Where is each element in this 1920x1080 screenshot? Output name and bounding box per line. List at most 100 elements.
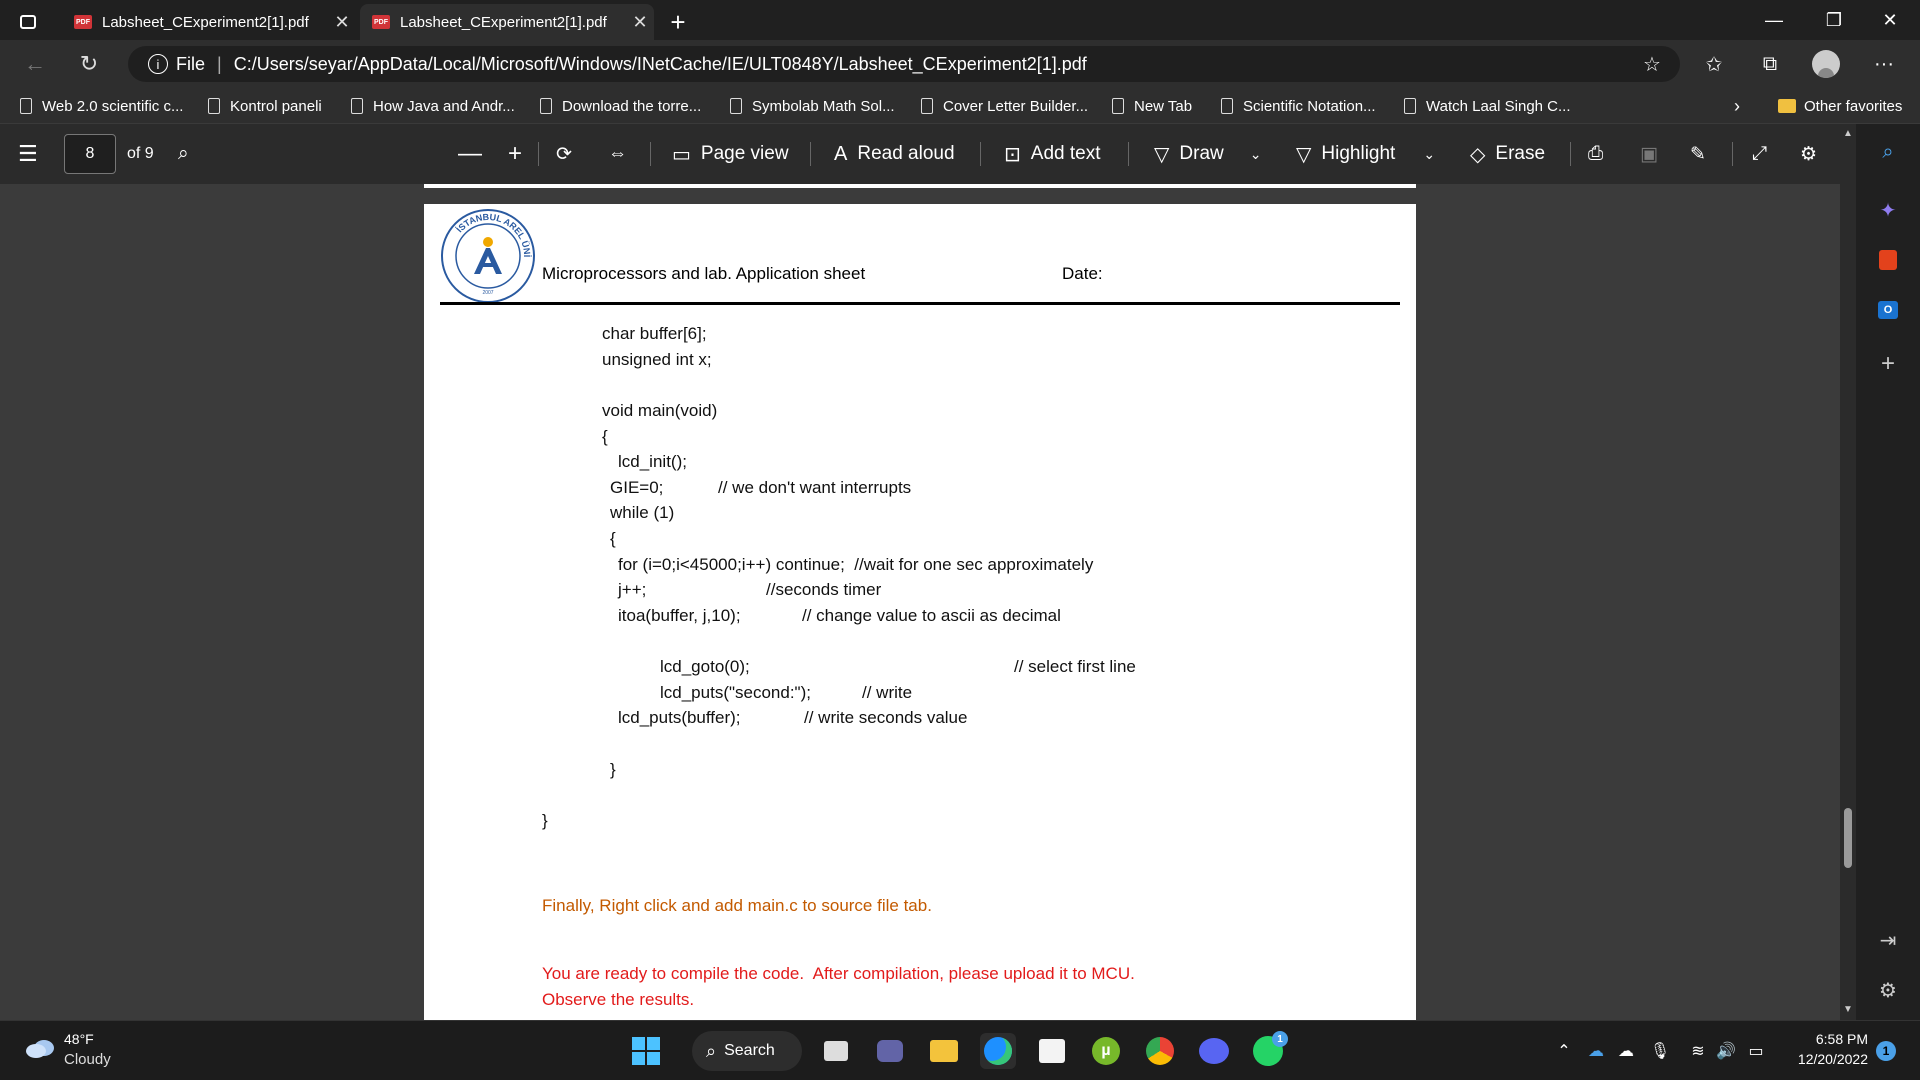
chevron-down-icon[interactable]: ⌄ xyxy=(1250,146,1262,163)
save-icon[interactable]: ▣ xyxy=(1640,138,1658,170)
chevron-up-icon[interactable]: ⌃ xyxy=(1552,1039,1576,1063)
battery-icon[interactable]: ▭ xyxy=(1744,1039,1768,1063)
new-tab-icon[interactable]: + xyxy=(658,4,698,40)
search-icon[interactable]: ⌕ xyxy=(1872,136,1904,168)
page-total: of 9 xyxy=(127,145,154,162)
divider xyxy=(810,142,811,166)
collections-icon[interactable]: ⧉ xyxy=(1752,48,1788,80)
outlook-icon[interactable]: O xyxy=(1872,294,1904,326)
page-icon xyxy=(1221,98,1233,114)
zoom-in-icon[interactable]: + xyxy=(508,138,522,170)
add-icon[interactable]: + xyxy=(1872,348,1904,380)
microphone-icon[interactable]: 🎙 xyxy=(1648,1039,1672,1063)
sidebar-collapse-icon[interactable]: ⇥ xyxy=(1872,924,1904,956)
code-line: void main(void) xyxy=(602,401,718,420)
scroll-down-icon[interactable]: ▼ xyxy=(1842,1004,1854,1016)
code-line: lcd_puts("second:"); xyxy=(660,683,811,702)
favorite-item[interactable]: Download the torre... xyxy=(540,94,701,118)
file-explorer-icon[interactable] xyxy=(926,1033,962,1069)
favorite-item[interactable]: Scientific Notation... xyxy=(1221,94,1376,118)
settings-icon[interactable]: ⚙ xyxy=(1872,974,1904,1006)
page-icon xyxy=(351,98,363,114)
vertical-scrollbar[interactable]: ▲ ▼ xyxy=(1840,124,1856,1020)
discord-icon[interactable] xyxy=(1196,1033,1232,1069)
favorite-item[interactable]: Symbolab Math Sol... xyxy=(730,94,895,118)
utorrent-icon[interactable]: µ xyxy=(1088,1033,1124,1069)
start-button[interactable] xyxy=(628,1033,664,1069)
minimize-icon[interactable]: — xyxy=(1746,0,1802,40)
clock-date[interactable]: 12/20/2022 xyxy=(1786,1051,1868,1067)
chevron-right-icon[interactable]: › xyxy=(1734,94,1740,118)
chrome-icon[interactable] xyxy=(1142,1033,1178,1069)
weather-condition[interactable]: Cloudy xyxy=(64,1051,111,1068)
address-bar[interactable]: i File | C:/Users/seyar/AppData/Local/Mi… xyxy=(128,46,1680,82)
teams-icon[interactable] xyxy=(872,1033,908,1069)
close-icon[interactable]: ✕ xyxy=(328,12,356,33)
close-window-icon[interactable]: ✕ xyxy=(1862,0,1918,40)
instruction-text: Observe the results. xyxy=(542,990,695,1009)
search-icon[interactable]: ⌕ xyxy=(178,138,189,170)
notification-badge[interactable]: 1 xyxy=(1876,1041,1896,1061)
tab-2[interactable]: PDF Labsheet_CExperiment2[1].pdf ✕ xyxy=(360,4,654,40)
page-number-input[interactable] xyxy=(64,134,116,174)
pdf-toolbar: ☰ of 9 ⌕ — + ⟳ ⇔ ▭Page view ARead aloud … xyxy=(0,124,1848,184)
tab-actions-icon[interactable] xyxy=(8,4,48,40)
code-line: itoa(buffer, j,10); xyxy=(618,606,741,625)
wifi-icon[interactable]: ≋ xyxy=(1686,1039,1710,1063)
refresh-icon[interactable]: ↻ xyxy=(72,48,106,80)
settings-icon[interactable]: ⚙ xyxy=(1800,138,1817,170)
draw-icon: ▽ xyxy=(1154,143,1170,166)
favorite-item[interactable]: Web 2.0 scientific c... xyxy=(20,94,183,118)
copilot-icon[interactable]: ✦ xyxy=(1872,194,1904,226)
read-aloud-button[interactable]: A Read aloud xyxy=(834,138,955,170)
whatsapp-icon[interactable]: 1 xyxy=(1250,1031,1288,1069)
onedrive-warning-icon[interactable]: ☁ xyxy=(1614,1039,1638,1063)
more-menu-icon[interactable]: ··· xyxy=(1866,48,1902,80)
task-view-icon[interactable] xyxy=(818,1033,854,1069)
edge-icon[interactable] xyxy=(980,1033,1016,1069)
profile-avatar[interactable] xyxy=(1808,48,1844,80)
weather-temperature[interactable]: 48°F xyxy=(64,1031,94,1047)
onedrive-icon[interactable]: ☁ xyxy=(1584,1039,1608,1063)
contents-icon[interactable]: ☰ xyxy=(18,138,38,170)
favorite-item[interactable]: Watch Laal Singh C... xyxy=(1404,94,1571,118)
close-icon[interactable]: ✕ xyxy=(626,12,654,33)
add-favorite-icon[interactable]: ☆ xyxy=(1634,48,1670,80)
page-view-button[interactable]: ▭ Page view xyxy=(672,138,789,170)
pdf-viewer[interactable]: İSTANBUL AREL ÜNİVERSİTESİ 2007 Micropro… xyxy=(0,184,1848,1020)
restore-icon[interactable]: ❐ xyxy=(1806,0,1862,40)
code-line: lcd_goto(0); xyxy=(660,657,750,676)
add-text-button[interactable]: ⊡ Add text xyxy=(1004,138,1100,170)
divider xyxy=(980,142,981,166)
fullscreen-icon[interactable]: ⤢ xyxy=(1752,138,1767,170)
zoom-out-icon[interactable]: — xyxy=(458,138,482,170)
rotate-icon[interactable]: ⟳ xyxy=(556,138,572,170)
favorite-item[interactable]: How Java and Andr... xyxy=(351,94,515,118)
tab-1[interactable]: PDF Labsheet_CExperiment2[1].pdf ✕ xyxy=(62,4,356,40)
favorite-item[interactable]: Cover Letter Builder... xyxy=(921,94,1088,118)
back-icon[interactable]: ← xyxy=(18,48,52,80)
info-icon[interactable]: i xyxy=(148,54,168,74)
code-comment: // we don't want interrupts xyxy=(718,478,912,497)
office-icon[interactable] xyxy=(1872,244,1904,276)
highlight-button[interactable]: ▽ Highlight ⌄ xyxy=(1296,138,1435,170)
fit-width-icon[interactable]: ⇔ xyxy=(608,138,627,170)
favorite-item[interactable]: Kontrol paneli xyxy=(208,94,322,118)
page-icon xyxy=(208,98,220,114)
other-favorites[interactable]: Other favorites xyxy=(1778,94,1902,118)
scroll-up-icon[interactable]: ▲ xyxy=(1842,128,1854,140)
chevron-down-icon[interactable]: ⌄ xyxy=(1423,146,1435,163)
favorites-icon[interactable]: ✩ xyxy=(1696,48,1732,80)
edge-sidebar: ⌕ ✦ O + ⇥ ⚙ xyxy=(1856,124,1920,1020)
microsoft-store-icon[interactable] xyxy=(1034,1033,1070,1069)
taskbar-search[interactable]: ⌕ Search xyxy=(692,1031,802,1071)
code-line: lcd_init(); xyxy=(618,452,687,471)
save-as-icon[interactable]: ✎ xyxy=(1690,138,1706,170)
volume-icon[interactable]: 🔊 xyxy=(1714,1039,1738,1063)
draw-button[interactable]: ▽ Draw ⌄ xyxy=(1154,138,1261,170)
print-icon[interactable]: ⎙ xyxy=(1588,138,1603,170)
favorite-item[interactable]: New Tab xyxy=(1112,94,1192,118)
scroll-thumb[interactable] xyxy=(1844,808,1852,868)
erase-button[interactable]: ◇ Erase xyxy=(1470,138,1545,170)
clock-time[interactable]: 6:58 PM xyxy=(1804,1031,1868,1047)
